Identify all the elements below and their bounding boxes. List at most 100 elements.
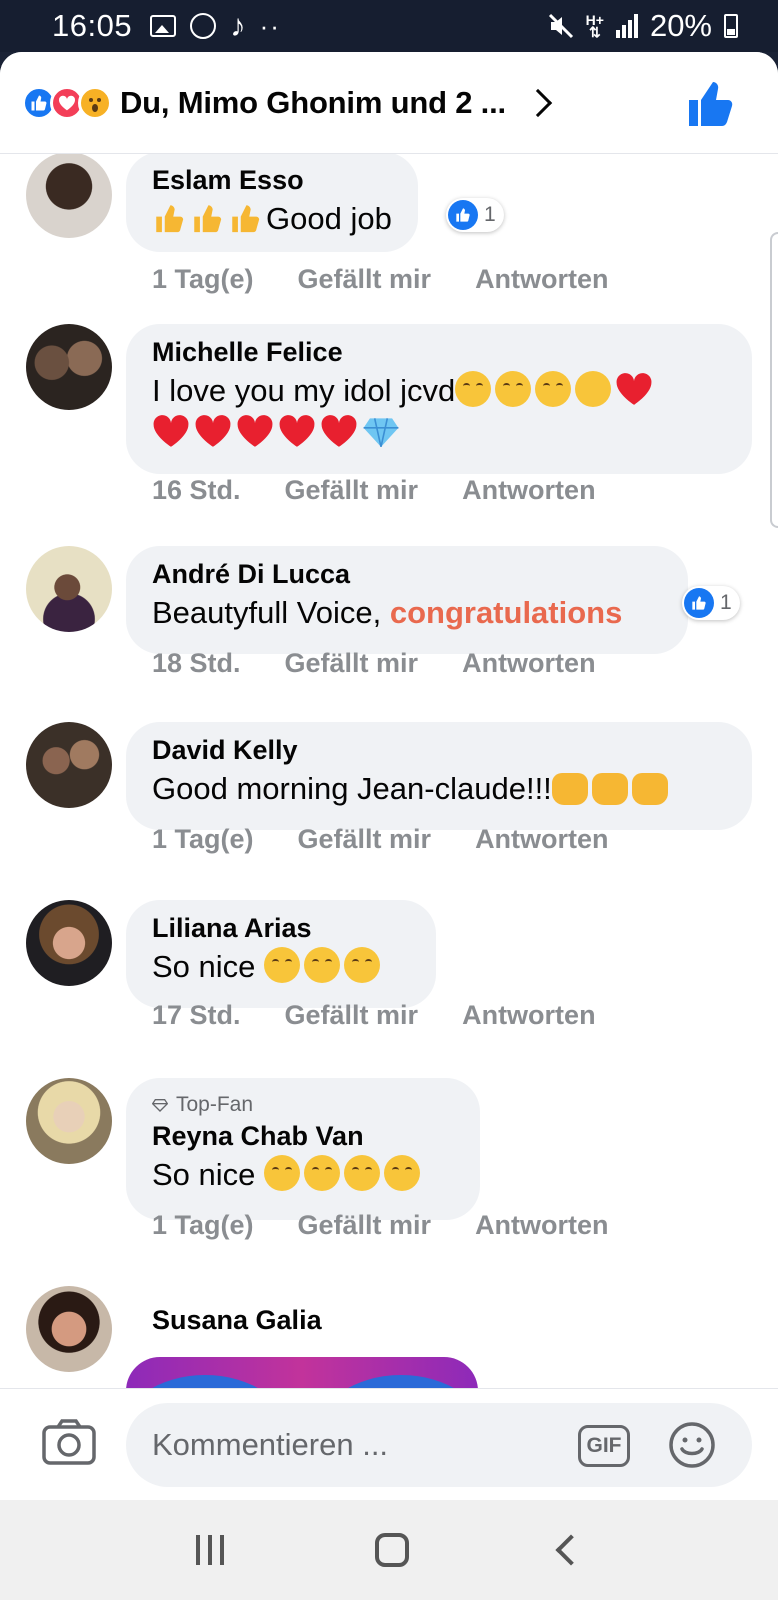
like-link[interactable]: Gefällt mir [285, 648, 419, 679]
comment-time: 16 Std. [152, 475, 241, 505]
fist-bump-emoji-icon [631, 773, 668, 805]
kiss-emoji-icon [344, 1155, 381, 1191]
kiss-emoji-icon [384, 1155, 421, 1191]
reply-link[interactable]: Antworten [462, 1000, 595, 1031]
avatar-reyna-chab-van[interactable] [26, 1078, 112, 1164]
commenter-name[interactable]: David Kelly [152, 732, 726, 768]
red-heart-emoji-icon [321, 415, 357, 447]
comment-time: 17 Std. [152, 1000, 241, 1030]
battery-percent: 20% [649, 8, 712, 43]
reaction-icons [22, 85, 112, 120]
comment-meta: 1 Tag(e) Gefällt mir Antworten [152, 264, 653, 295]
comment-bubble[interactable]: Eslam Esso Good job [126, 152, 418, 252]
congratulations-link[interactable]: congratulations [390, 595, 623, 630]
android-nav-bar [0, 1500, 778, 1600]
red-heart-emoji-icon [237, 415, 273, 447]
chevron-right-icon[interactable] [523, 88, 553, 117]
whatsapp-notification-icon [190, 13, 217, 39]
back-icon[interactable] [555, 1534, 587, 1566]
battery-icon [724, 14, 738, 38]
comment-meta: 18 Std. Gefällt mir Antworten [152, 648, 640, 679]
comment-bubble[interactable]: Top-Fan Reyna Chab Van So nice [126, 1078, 480, 1220]
kiss-emoji-icon [304, 1155, 341, 1191]
comment-bubble[interactable]: André Di Lucca Beautyfull Voice, congrat… [126, 546, 688, 654]
camera-icon[interactable] [42, 1419, 96, 1465]
comment-text: Beautyfull Voice, congratulations [152, 592, 662, 634]
comment-text-body: So nice [152, 949, 265, 984]
red-heart-emoji-icon [279, 415, 315, 447]
avatar-susana-galia[interactable] [26, 1286, 112, 1372]
heart-eyes-emoji-icon [575, 371, 612, 407]
kiss-emoji-icon [535, 371, 572, 407]
top-fan-badge: Top-Fan [152, 1092, 454, 1118]
gif-button[interactable]: GIF [578, 1425, 630, 1467]
avatar-david-kelly[interactable] [26, 722, 112, 808]
comment-time: 1 Tag(e) [152, 824, 254, 854]
reply-link[interactable]: Antworten [475, 1210, 608, 1241]
reply-link[interactable]: Antworten [475, 824, 608, 855]
kiss-emoji-icon [344, 947, 381, 983]
comment-text: I love you my idol jcvd [152, 370, 726, 412]
tiktok-notification-icon: ♪ [230, 8, 246, 43]
commenter-name[interactable]: André Di Lucca [152, 556, 662, 592]
mute-icon [548, 13, 573, 39]
like-count: 1 [720, 591, 732, 614]
comment-time: 1 Tag(e) [152, 1210, 254, 1240]
comment-text: Good morning Jean-claude!!! [152, 768, 726, 810]
comment-composer: Kommentieren ... GIF [0, 1388, 778, 1500]
commenter-name[interactable]: Eslam Esso [152, 162, 392, 198]
kiss-emoji-icon [264, 947, 301, 983]
like-link[interactable]: Gefällt mir [298, 824, 432, 855]
status-time: 16:05 [52, 8, 133, 43]
reactions-summary[interactable]: Du, Mimo Ghonim und 2 ... [120, 85, 506, 121]
like-link[interactable]: Gefällt mir [298, 1210, 432, 1241]
comment-input[interactable]: Kommentieren ... [126, 1403, 752, 1487]
more-notifications-icon: ·· [259, 10, 281, 41]
comment-bubble[interactable]: Michelle Felice I love you my idol jcvd [126, 324, 752, 474]
commenter-name[interactable]: Liliana Arias [152, 910, 410, 946]
comment-bubble[interactable]: David Kelly Good morning Jean-claude!!! [126, 722, 752, 830]
avatar-eslam-esso[interactable] [26, 152, 112, 238]
red-heart-emoji-icon [195, 415, 231, 447]
like-post-icon[interactable] [686, 80, 734, 128]
reply-link[interactable]: Antworten [462, 475, 595, 506]
comment-text-line2 [152, 412, 726, 454]
emoji-smile-icon[interactable] [668, 1421, 716, 1469]
commenter-name[interactable]: Michelle Felice [152, 334, 726, 370]
avatar-andre-di-lucca[interactable] [26, 546, 112, 632]
comment-bubble[interactable]: Liliana Arias So nice [126, 900, 436, 1008]
thumbs-up-emoji-icon [156, 205, 184, 233]
comment-like-count[interactable]: 1 [446, 198, 504, 232]
avatar-liliana-arias[interactable] [26, 900, 112, 986]
comment-like-count[interactable]: 1 [682, 586, 740, 620]
home-icon[interactable] [374, 1533, 409, 1567]
reply-link[interactable]: Antworten [462, 648, 595, 679]
signal-icon [615, 14, 638, 38]
comment-text: So nice [152, 1154, 454, 1196]
avatar-michelle-felice[interactable] [26, 324, 112, 410]
like-count: 1 [484, 203, 496, 226]
thumbs-up-emoji-icon [194, 205, 222, 233]
commenter-name[interactable]: Susana Galia [152, 1302, 322, 1338]
comment-time: 1 Tag(e) [152, 264, 254, 294]
kiss-emoji-icon [264, 1155, 301, 1191]
like-link[interactable]: Gefällt mir [298, 264, 432, 295]
like-link[interactable]: Gefällt mir [285, 1000, 419, 1031]
comment-text-body: Good morning Jean-claude!!! [152, 771, 552, 806]
comment-text: So nice [152, 946, 410, 988]
like-badge-icon [448, 200, 478, 230]
comment-text-body: Good job [266, 201, 392, 236]
fist-bump-emoji-icon [591, 773, 628, 805]
scrollbar[interactable] [770, 232, 778, 528]
like-link[interactable]: Gefällt mir [285, 475, 419, 506]
kiss-emoji-icon [455, 371, 492, 407]
comment-text-body: I love you my idol jcvd [152, 373, 456, 408]
wow-reaction-icon [78, 85, 112, 120]
fist-bump-emoji-icon [551, 773, 588, 805]
reactions-header[interactable]: Du, Mimo Ghonim und 2 ... [0, 52, 778, 154]
reply-link[interactable]: Antworten [475, 264, 608, 295]
commenter-name[interactable]: Reyna Chab Van [152, 1118, 454, 1154]
recent-apps-icon[interactable] [195, 1535, 224, 1565]
comment-meta: 16 Std. Gefällt mir Antworten [152, 475, 640, 506]
hplus-data-icon: H+ ⇅ [585, 12, 604, 40]
